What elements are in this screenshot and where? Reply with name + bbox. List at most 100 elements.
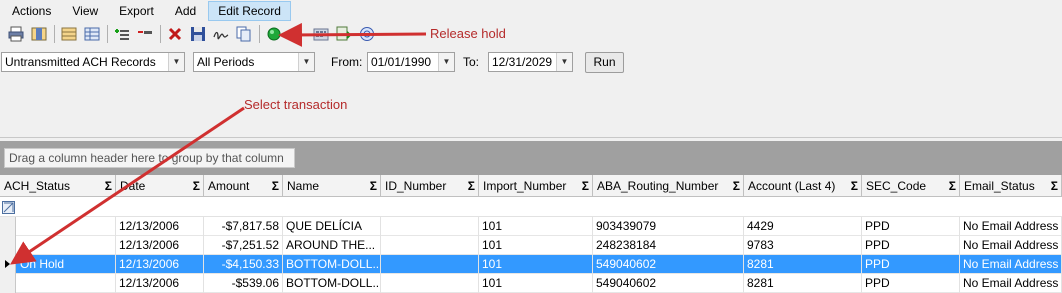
menu-actions[interactable]: Actions: [3, 1, 60, 21]
cell-date: 12/13/2006: [116, 217, 204, 236]
column-header-aba-routing-number[interactable]: ABA_Routing_Number Σ: [593, 175, 744, 197]
cell-sec-code: PPD: [862, 255, 960, 274]
menu-bar: Actions View Export Add Edit Record: [0, 0, 1062, 22]
group-by-panel[interactable]: Drag a column header here to group by th…: [0, 141, 1062, 175]
menu-add[interactable]: Add: [166, 1, 205, 21]
cell-import-number: 101: [479, 274, 593, 293]
record-type-value: Untransmitted ACH Records: [5, 55, 156, 69]
column-header-amount[interactable]: Amount Σ: [204, 175, 283, 197]
cell-ach-status: On Hold: [16, 255, 116, 274]
grid-icon[interactable]: [59, 24, 79, 44]
menu-export[interactable]: Export: [110, 1, 163, 21]
release-hold-annotation: Release hold: [430, 26, 506, 41]
toolbar-separator: [54, 25, 55, 43]
cell-name: BOTTOM-DOLL...: [283, 274, 381, 293]
from-label: From:: [331, 55, 363, 69]
row-selector[interactable]: [0, 217, 16, 236]
cell-name: BOTTOM-DOLL...: [283, 255, 381, 274]
column-header-account-last4[interactable]: Account (Last 4) Σ: [744, 175, 862, 197]
cell-amount: -$539.06: [204, 274, 283, 293]
cell-date: 12/13/2006: [116, 255, 204, 274]
run-button[interactable]: Run: [585, 52, 624, 73]
calculator-icon[interactable]: [311, 24, 331, 44]
to-date-picker[interactable]: 12/31/2029 ▼: [488, 52, 573, 72]
current-row-icon: [5, 260, 10, 268]
chevron-down-icon[interactable]: ▼: [438, 53, 454, 71]
sum-icon[interactable]: Σ: [468, 175, 475, 197]
group-by-hint: Drag a column header here to group by th…: [4, 148, 295, 168]
chevron-down-icon[interactable]: ▼: [298, 53, 314, 71]
ach-records-grid: ACH_Status Σ Date Σ Amount Σ Name Σ ID_Numbe…: [0, 175, 1062, 293]
row-selector[interactable]: [0, 255, 16, 274]
select-transaction-annotation: Select transaction: [244, 97, 348, 112]
cell-aba-routing: 549040602: [593, 255, 744, 274]
chevron-down-icon[interactable]: ▼: [556, 53, 572, 71]
columns-icon[interactable]: [29, 24, 49, 44]
period-value: All Periods: [197, 55, 255, 69]
column-header-label: Import_Number: [483, 179, 567, 193]
sum-icon[interactable]: Σ: [105, 175, 112, 197]
record-type-select[interactable]: Untransmitted ACH Records ▼: [1, 52, 185, 72]
copy-icon[interactable]: [234, 24, 254, 44]
column-header-import-number[interactable]: Import_Number Σ: [479, 175, 593, 197]
green-circle-icon[interactable]: [264, 24, 284, 44]
signature-icon[interactable]: [211, 24, 231, 44]
sum-icon[interactable]: Σ: [193, 175, 200, 197]
remove-row-icon[interactable]: [135, 24, 155, 44]
period-select[interactable]: All Periods ▼: [193, 52, 315, 72]
empty-panel: [0, 76, 1062, 138]
info-icon[interactable]: [357, 24, 377, 44]
filter-editor-icon[interactable]: [2, 201, 15, 214]
sum-icon[interactable]: Σ: [582, 175, 589, 197]
menu-view[interactable]: View: [63, 1, 107, 21]
menu-edit-record[interactable]: Edit Record: [208, 1, 291, 21]
table-row-selected[interactable]: On Hold 12/13/2006 -$4,150.33 BOTTOM-DOL…: [0, 255, 1062, 274]
column-header-date[interactable]: Date Σ: [116, 175, 204, 197]
column-header-label: Amount: [208, 179, 250, 193]
print-icon[interactable]: [6, 24, 26, 44]
sum-icon[interactable]: Σ: [1051, 175, 1058, 197]
save-icon[interactable]: [188, 24, 208, 44]
sum-icon[interactable]: Σ: [851, 175, 858, 197]
table-row[interactable]: 12/13/2006 -$7,817.58 QUE DELÍCIA 101 90…: [0, 217, 1062, 236]
column-header-label: ABA_Routing_Number: [597, 179, 719, 193]
cell-ach-status: [16, 236, 116, 255]
to-date-value: 12/31/2029: [492, 55, 553, 69]
cell-amount: -$7,817.58: [204, 217, 283, 236]
from-date-picker[interactable]: 01/01/1990 ▼: [367, 52, 455, 72]
cell-date: 12/13/2006: [116, 274, 204, 293]
grid-filter-row: [0, 198, 1062, 217]
table-row[interactable]: 12/13/2006 -$7,251.52 AROUND THE... 101 …: [0, 236, 1062, 255]
cell-date: 12/13/2006: [116, 236, 204, 255]
column-header-name[interactable]: Name Σ: [283, 175, 381, 197]
add-row-icon[interactable]: [112, 24, 132, 44]
export-icon[interactable]: [334, 24, 354, 44]
cell-account: 9783: [744, 236, 862, 255]
column-header-id-number[interactable]: ID_Number Σ: [381, 175, 479, 197]
sum-icon[interactable]: Σ: [949, 175, 956, 197]
column-header-ach-status[interactable]: ACH_Status Σ: [0, 175, 116, 197]
cell-name: AROUND THE...: [283, 236, 381, 255]
toolbar-separator: [259, 25, 260, 43]
column-header-label: Name: [287, 179, 320, 193]
cell-ach-status: [16, 274, 116, 293]
column-header-email-status[interactable]: Email_Status Σ: [960, 175, 1062, 197]
table-icon[interactable]: [82, 24, 102, 44]
sum-icon[interactable]: Σ: [370, 175, 377, 197]
cell-aba-routing: 248238184: [593, 236, 744, 255]
delete-icon[interactable]: [165, 24, 185, 44]
table-row[interactable]: 12/13/2006 -$539.06 BOTTOM-DOLL... 101 5…: [0, 274, 1062, 293]
sum-icon[interactable]: Σ: [733, 175, 740, 197]
sum-icon[interactable]: Σ: [272, 175, 279, 197]
cell-name: QUE DELÍCIA: [283, 217, 381, 236]
row-selector[interactable]: [0, 274, 16, 293]
column-header-sec-code[interactable]: SEC_Code Σ: [862, 175, 960, 197]
to-label: To:: [463, 55, 480, 69]
cell-account: 8281: [744, 255, 862, 274]
row-selector[interactable]: [0, 236, 16, 255]
toolbar-separator: [160, 25, 161, 43]
column-header-label: ACH_Status: [4, 179, 71, 193]
cell-email-status: No Email Address: [960, 236, 1062, 255]
column-header-label: SEC_Code: [866, 179, 927, 193]
chevron-down-icon[interactable]: ▼: [168, 53, 184, 71]
